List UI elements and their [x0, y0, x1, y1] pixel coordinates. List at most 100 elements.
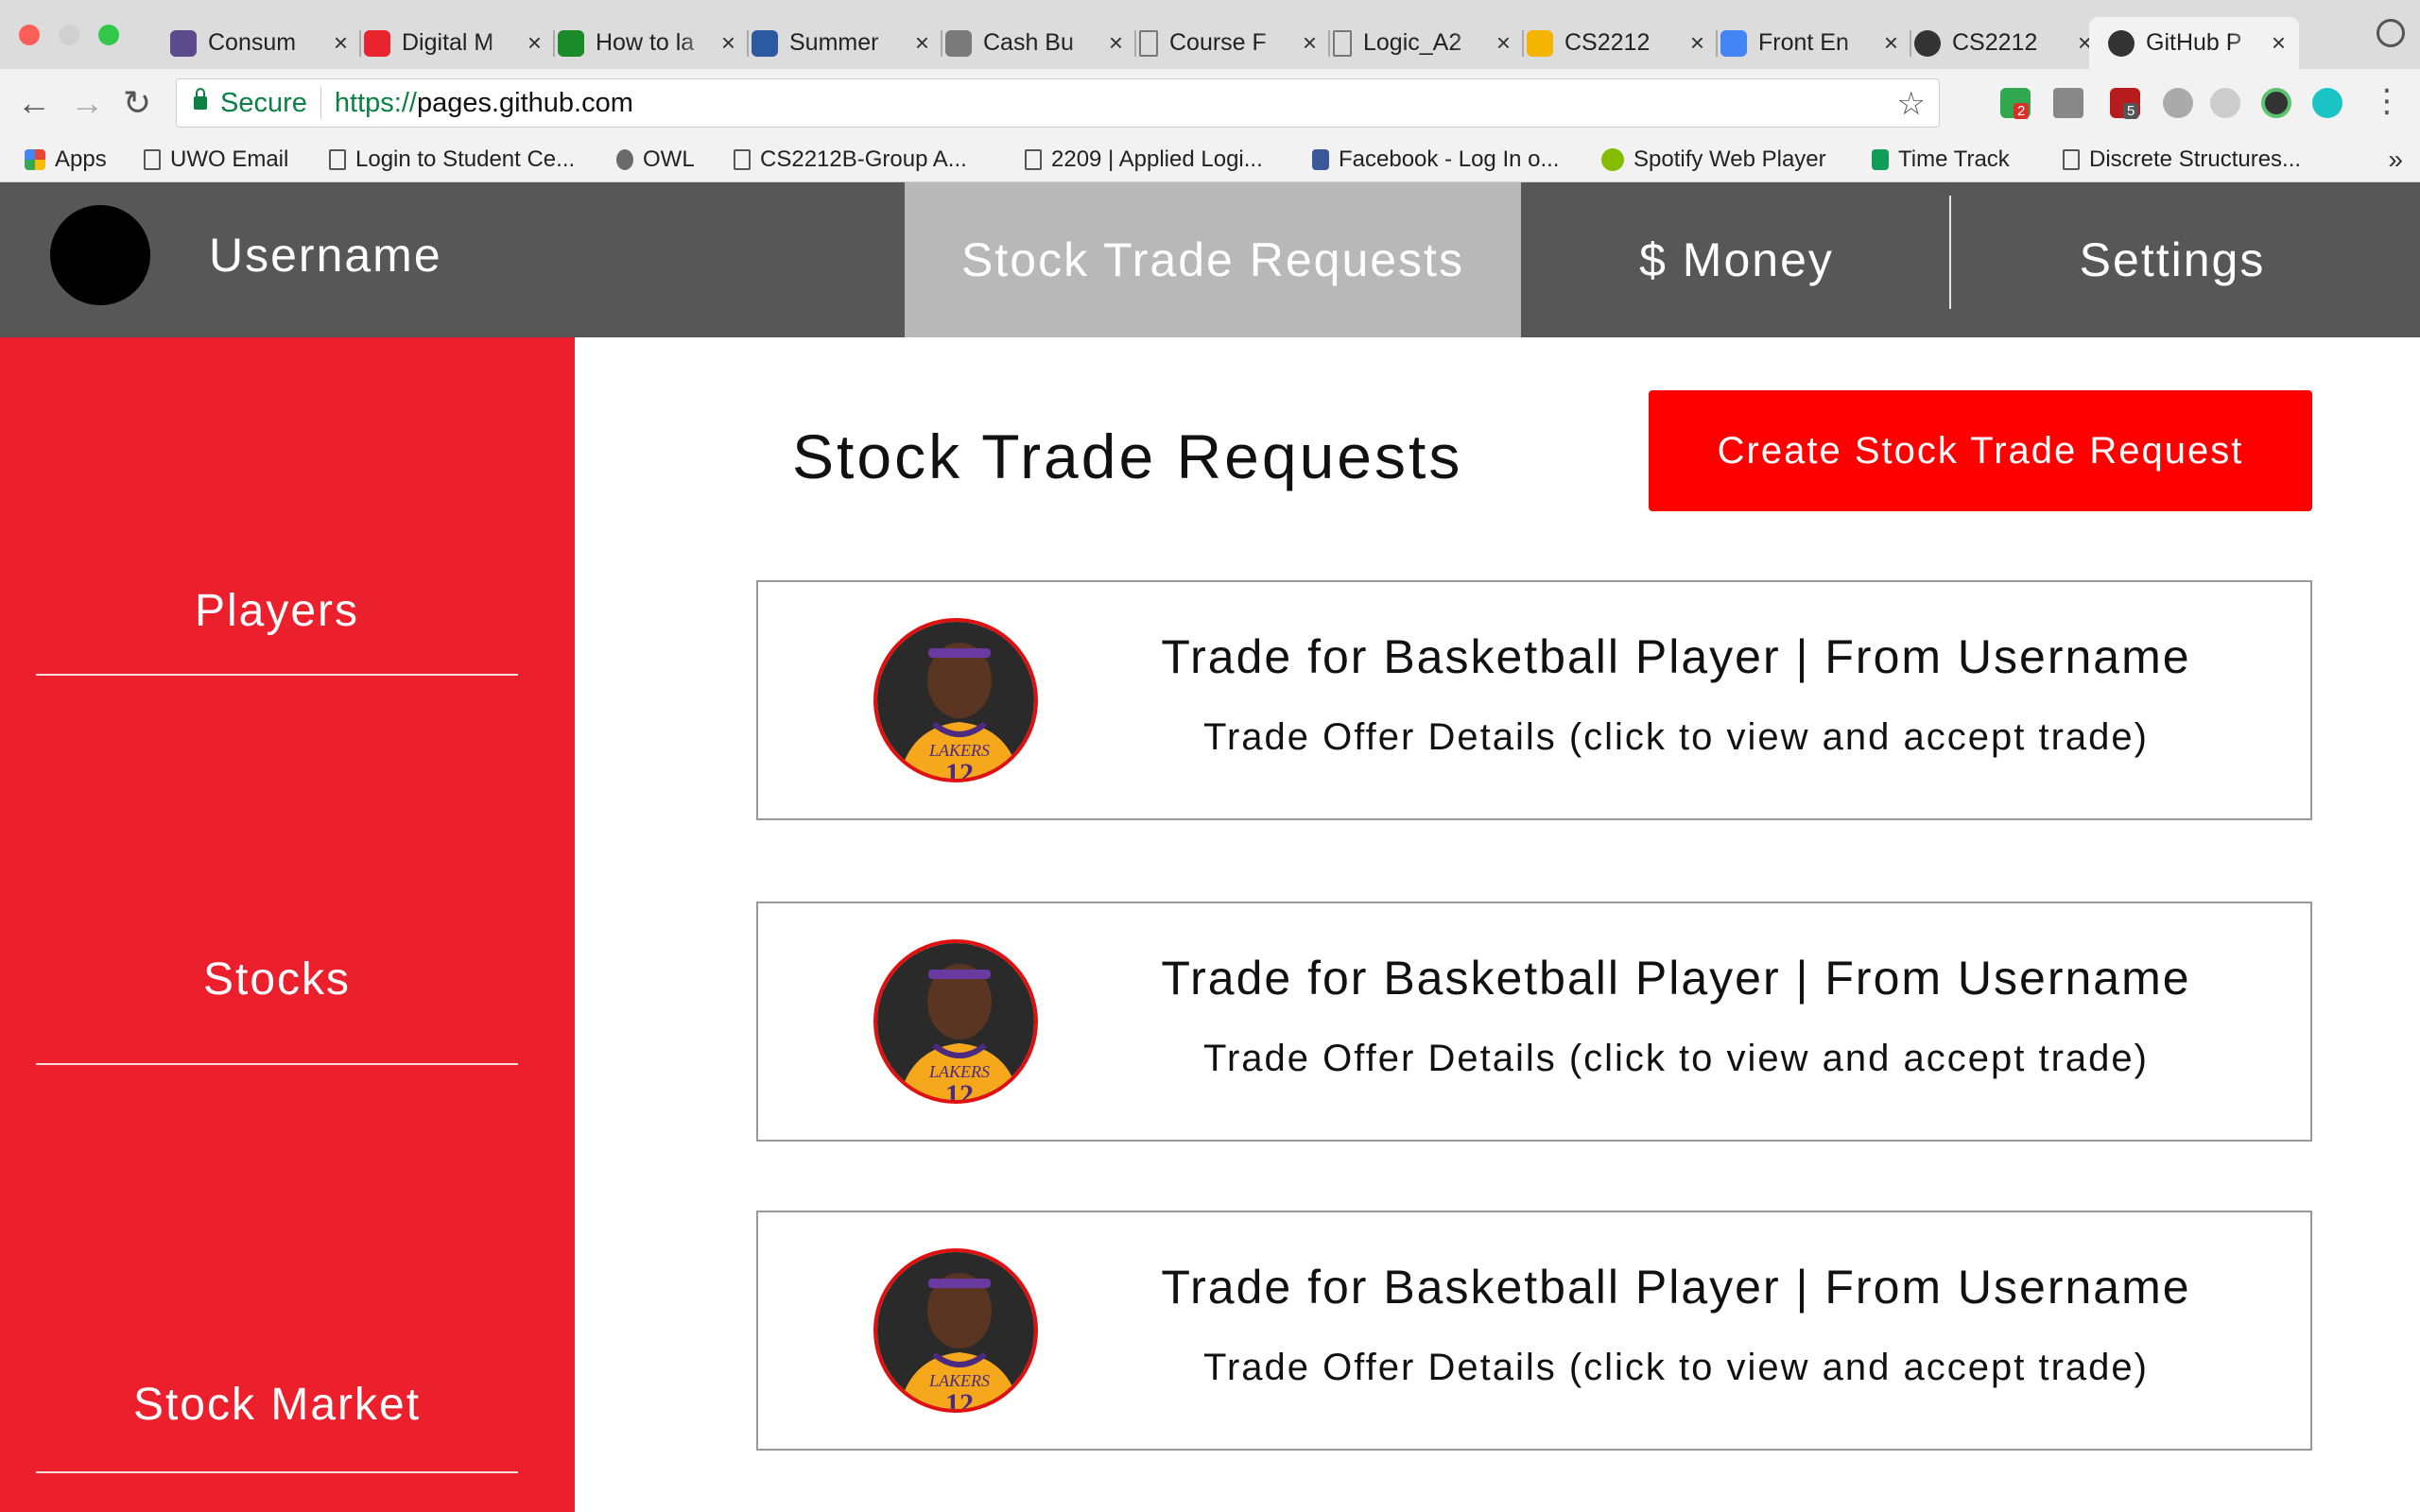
- color-extension-icon[interactable]: [2261, 88, 2291, 118]
- page-icon: [2063, 149, 2080, 170]
- bookmark-item[interactable]: CS2212B-Group A...: [734, 146, 967, 173]
- trade-offer-details-link[interactable]: Trade Offer Details (click to view and a…: [1042, 716, 2310, 759]
- tab-favicon-icon: [364, 29, 390, 57]
- tab-document-icon: [1139, 29, 1158, 57]
- google-drive-icon: [1527, 29, 1553, 57]
- browser-tab[interactable]: CS2212 ×: [1895, 17, 2105, 69]
- bookmark-label: Discrete Structures...: [2089, 146, 2302, 172]
- trade-request-card[interactable]: LAKERS 12 Trade for Basketball Player | …: [756, 580, 2312, 820]
- tab-favicon-icon: [558, 29, 584, 57]
- sidebar-item-stocks[interactable]: Stocks: [36, 954, 518, 1005]
- bookmark-item[interactable]: OWL: [616, 146, 695, 173]
- trade-offer-details-link[interactable]: Trade Offer Details (click to view and a…: [1042, 1347, 2310, 1389]
- tab-close-icon[interactable]: ×: [2272, 28, 2286, 58]
- bookmark-label: Login to Student Ce...: [355, 146, 576, 172]
- trade-request-title: Trade for Basketball Player | From Usern…: [1161, 952, 2191, 1005]
- window-close-button[interactable]: [19, 25, 40, 45]
- tab-stock-trade-requests[interactable]: Stock Trade Requests: [905, 182, 1521, 337]
- browser-tab[interactable]: Consum ×: [151, 17, 361, 69]
- sidebar-divider: [36, 674, 518, 676]
- tab-title: How to la: [596, 29, 695, 56]
- window-minimize-button[interactable]: [59, 25, 79, 45]
- page-icon: [734, 149, 751, 170]
- power-extension-icon[interactable]: [2163, 88, 2193, 118]
- bookmark-label: Time Track: [1898, 146, 2010, 172]
- back-arrow-icon[interactable]: ←: [17, 84, 51, 122]
- bookmark-item[interactable]: Time Track: [1872, 146, 2010, 173]
- spotify-icon: [1601, 148, 1624, 171]
- tab-title: Cash Bu: [983, 29, 1074, 56]
- omnibox-divider: [320, 87, 321, 119]
- sheets-icon: [1872, 149, 1889, 170]
- bookmark-item[interactable]: UWO Email: [144, 146, 288, 173]
- bookmark-label: Apps: [55, 146, 107, 172]
- bookmarks-bar: Apps UWO Email Login to Student Ce... OW…: [0, 139, 2420, 182]
- username-label[interactable]: Username: [209, 228, 442, 283]
- trade-request-card[interactable]: LAKERS 12 Trade for Basketball Player | …: [756, 1211, 2312, 1451]
- browser-tab-strip: Consum × Digital M × How to la × Summer …: [0, 0, 2420, 69]
- browser-profile-icon[interactable]: [2377, 19, 2405, 47]
- bookmarks-overflow-icon[interactable]: »: [2388, 145, 2403, 175]
- bookmark-item[interactable]: Discrete Structures...: [2063, 146, 2301, 173]
- tab-title: CS2212: [1564, 29, 1651, 56]
- tab-title: Summer: [789, 29, 879, 56]
- tab-favicon-icon: [170, 29, 197, 57]
- tab-favicon-icon: [752, 29, 778, 57]
- reload-icon[interactable]: ↻: [123, 84, 151, 122]
- recycle-extension-icon[interactable]: [2210, 88, 2240, 118]
- browser-tab[interactable]: CS2212 ×: [1508, 17, 1718, 69]
- lock-icon: [194, 88, 207, 110]
- avatar[interactable]: [50, 205, 150, 305]
- browser-menu-icon[interactable]: ⋮: [2371, 82, 2403, 120]
- trade-offer-details-link[interactable]: Trade Offer Details (click to view and a…: [1042, 1038, 2310, 1080]
- forward-arrow-icon[interactable]: →: [70, 84, 104, 122]
- extension-badge: 5: [2123, 103, 2139, 119]
- tab-title: CS2212: [1952, 29, 2038, 56]
- jersey-number-text: 12: [945, 1388, 974, 1413]
- tab-money[interactable]: $ Money: [1523, 182, 1950, 337]
- jersey-team-text: LAKERS: [928, 741, 990, 760]
- tab-settings[interactable]: Settings: [1951, 182, 2394, 337]
- tab-title: Consum: [208, 29, 297, 56]
- facebook-icon: [1312, 149, 1329, 170]
- jersey-number-text: 12: [945, 1079, 974, 1104]
- bookmark-item[interactable]: Spotify Web Player: [1601, 146, 1826, 173]
- app-header: Username Stock Trade Requests $ Money Se…: [0, 182, 2420, 337]
- browser-tab[interactable]: Summer ×: [733, 17, 942, 69]
- bookmark-item[interactable]: Login to Student Ce...: [329, 146, 575, 173]
- jersey-number-text: 12: [945, 758, 974, 782]
- bookmark-label: OWL: [643, 146, 695, 172]
- player-photo-image: LAKERS 12: [877, 1252, 1034, 1413]
- browser-tab[interactable]: How to la ×: [539, 17, 749, 69]
- secure-label: Secure: [220, 87, 307, 118]
- tab-document-icon: [1333, 29, 1352, 57]
- url-scheme: https://: [334, 87, 417, 118]
- browser-tab[interactable]: Cash Bu ×: [926, 17, 1136, 69]
- bookmark-star-icon[interactable]: ☆: [1897, 85, 1926, 123]
- bookmark-apps[interactable]: Apps: [25, 146, 107, 173]
- browser-tab[interactable]: Course F ×: [1120, 17, 1330, 69]
- drive-extension-icon[interactable]: [2053, 88, 2083, 118]
- bookmark-item[interactable]: 2209 | Applied Logi...: [1025, 146, 1263, 173]
- browser-tab-active[interactable]: GitHub P ×: [2089, 17, 2299, 69]
- page-icon: [1025, 149, 1042, 170]
- github-icon: [2108, 29, 2135, 57]
- sidebar-item-players[interactable]: Players: [36, 585, 518, 637]
- jersey-team-text: LAKERS: [928, 1371, 990, 1390]
- window-zoom-button[interactable]: [98, 25, 119, 45]
- sidebar: Players Stocks Stock Market: [0, 337, 575, 1512]
- owl-icon: [616, 149, 633, 170]
- browser-tab[interactable]: Digital M ×: [345, 17, 555, 69]
- create-stock-trade-request-button[interactable]: Create Stock Trade Request: [1649, 390, 2312, 511]
- trade-request-card[interactable]: LAKERS 12 Trade for Basketball Player | …: [756, 902, 2312, 1142]
- browser-toolbar: ← → ↻ Secure https:// pages.github.com ☆…: [0, 69, 2420, 139]
- url-host: pages.github.com: [416, 87, 633, 118]
- player-avatar: LAKERS 12: [873, 939, 1038, 1104]
- bookmark-item[interactable]: Facebook - Log In o...: [1312, 146, 1559, 173]
- address-bar[interactable]: Secure https:// pages.github.com ☆: [176, 78, 1940, 128]
- browser-tab[interactable]: Front En ×: [1702, 17, 1911, 69]
- google-docs-icon: [1720, 29, 1747, 57]
- browser-tab[interactable]: Logic_A2 ×: [1314, 17, 1524, 69]
- sidebar-item-stock-market[interactable]: Stock Market: [36, 1379, 518, 1431]
- m-extension-icon[interactable]: [2312, 88, 2342, 118]
